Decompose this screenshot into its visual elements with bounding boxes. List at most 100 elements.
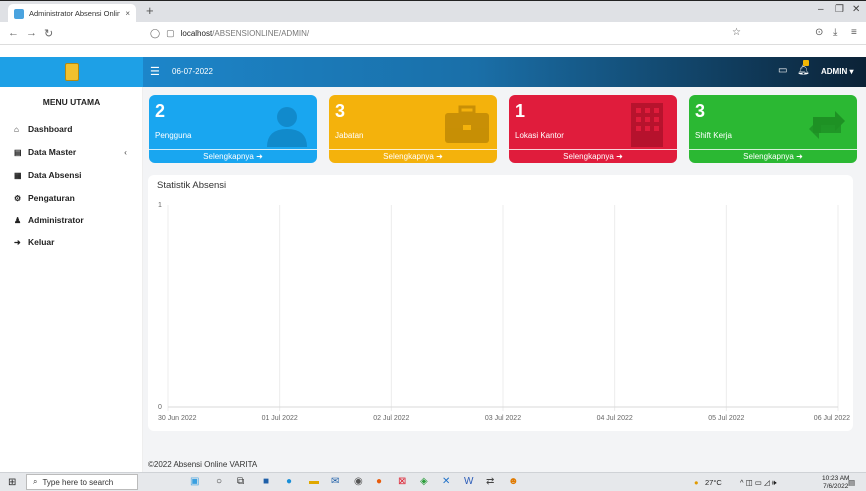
card-label: Shift Kerja <box>695 131 732 140</box>
minimize-icon[interactable]: – <box>818 4 824 15</box>
chevron-left-icon: ‹ <box>124 147 127 157</box>
sidebar-item-label: Data Absensi <box>28 170 82 180</box>
browser-tab-bar: Administrator Absensi Online V × + – ❐ ✕ <box>0 0 866 23</box>
new-tab-button[interactable]: + <box>146 3 154 18</box>
database-icon: ▤ <box>14 147 22 157</box>
retweet-icon <box>809 111 845 139</box>
card-pengguna: 2 Pengguna Selengkapnya ➜ <box>149 95 317 163</box>
notifications-icon[interactable]: ▤ <box>848 478 855 487</box>
x-tick-label: 06 Jul 2022 <box>814 415 850 422</box>
edge-icon[interactable]: ● <box>286 476 292 487</box>
app-header: ☰ 06-07-2022 ▭ 🔔︎ ADMIN ▾ <box>0 57 866 87</box>
card-link-label: Selengkapnya <box>743 152 794 161</box>
restore-icon[interactable]: ❐ <box>835 4 844 15</box>
page-footer: ©2022 Absensi Online VARITA <box>148 460 258 469</box>
building-icon <box>631 103 663 147</box>
card-label: Jabatan <box>335 131 364 140</box>
card-lokasi-kantor: 1 Lokasi Kantor Selengkapnya ➜ <box>509 95 677 163</box>
card-value: 2 <box>155 101 166 121</box>
briefcase-icon <box>445 105 489 143</box>
app-icon[interactable]: ◉ <box>354 476 363 487</box>
sidebar-item-administrator[interactable]: ♟ Administrator <box>14 215 139 225</box>
brand[interactable] <box>0 57 143 87</box>
app-icon[interactable]: ◈ <box>420 476 428 487</box>
download-icon[interactable]: ⤓ <box>833 27 837 38</box>
card-label: Lokasi Kantor <box>515 131 564 140</box>
cortana-icon[interactable]: ○ <box>216 476 222 487</box>
user-menu[interactable]: ADMIN ▾ <box>821 67 853 76</box>
table-icon: ▦ <box>14 170 22 180</box>
card-jabatan: 3 Jabatan Selengkapnya ➜ <box>329 95 497 163</box>
clock-time: 10:23 AM <box>822 475 850 482</box>
task-view-icon[interactable]: ⧉ <box>237 476 244 487</box>
clock[interactable]: 10:23 AM 7/6/2022 <box>822 475 849 491</box>
x-tick-label: 03 Jul 2022 <box>485 415 521 422</box>
vscode-icon[interactable]: ✕ <box>442 476 450 487</box>
gears-icon: ⚙ <box>14 193 22 203</box>
x-tick-label: 05 Jul 2022 <box>708 415 744 422</box>
header-date: 06-07-2022 <box>172 67 213 76</box>
favicon-icon <box>14 8 24 19</box>
taskbar-search[interactable]: ⌕ Type here to search <box>26 474 138 490</box>
arrow-circle-right-icon: ➜ <box>256 152 263 161</box>
sidebar-item-label: Data Master <box>28 147 77 157</box>
search-placeholder: Type here to search <box>42 477 114 487</box>
browser-tab[interactable]: Administrator Absensi Online V × <box>8 4 136 23</box>
back-icon[interactable]: ← <box>8 27 19 39</box>
weather-temp[interactable]: 27°C <box>705 478 722 487</box>
user-icon: ♟ <box>14 215 22 225</box>
x-tick-label: 30 Jun 2022 <box>158 415 197 422</box>
card-link-label: Selengkapnya <box>383 152 434 161</box>
app-icon[interactable]: ☻ <box>508 476 519 487</box>
sidebar-item-data-master[interactable]: ▤ Data Master ‹ <box>14 147 139 157</box>
sidebar-item-pengaturan[interactable]: ⚙ Pengaturan <box>14 193 139 203</box>
firefox-icon[interactable]: ● <box>376 476 382 487</box>
x-tick-label: 01 Jul 2022 <box>262 415 298 422</box>
url-field[interactable]: ◯ ▢ localhost/ABSENSIONLINE/ADMIN/ <box>150 28 309 39</box>
sidebar-item-label: Pengaturan <box>28 193 75 203</box>
sidebar-item-label: Keluar <box>28 237 55 247</box>
card-link-label: Selengkapnya <box>563 152 614 161</box>
x-tick-label: 02 Jul 2022 <box>373 415 409 422</box>
card-value: 1 <box>515 101 526 121</box>
menu-icon[interactable]: ≡ <box>851 27 857 38</box>
sign-out-icon: ➜ <box>14 237 21 247</box>
pocket-icon[interactable]: ⊙ <box>815 27 823 38</box>
card-link[interactable]: Selengkapnya ➜ <box>329 149 497 163</box>
clock-date: 7/6/2022 <box>823 483 849 490</box>
sidebar-item-data-absensi[interactable]: ▦ Data Absensi <box>14 170 139 180</box>
url-path: /ABSENSIONLINE/ADMIN/ <box>212 29 310 38</box>
card-link[interactable]: Selengkapnya ➜ <box>149 149 317 163</box>
card-link[interactable]: Selengkapnya ➜ <box>509 149 677 163</box>
card-link[interactable]: Selengkapnya ➜ <box>689 149 857 163</box>
file-explorer-icon[interactable]: ▬ <box>309 476 319 487</box>
sidebar: MENU UTAMA ⌂ Dashboard ▤ Data Master ‹ ▦… <box>0 87 143 472</box>
bell-icon[interactable]: 🔔︎ <box>797 65 810 76</box>
reload-icon[interactable]: ↻ <box>44 27 53 40</box>
word-icon[interactable]: W <box>464 476 473 487</box>
widgets-icon[interactable]: ■ <box>263 476 269 487</box>
tab-close-button[interactable]: × <box>125 9 130 18</box>
bookmark-star-icon[interactable]: ☆ <box>732 27 741 38</box>
close-window-icon[interactable]: ✕ <box>852 4 860 15</box>
meet-icon[interactable]: ▣ <box>190 476 199 487</box>
xampp-icon[interactable]: ⊠ <box>398 476 406 487</box>
mail-icon[interactable]: ✉ <box>331 476 339 487</box>
chart-panel: Statistik Absensi 30 Jun 2022 01 Jul 2022… <box>148 175 853 431</box>
app-icon[interactable]: ⇄ <box>486 476 494 487</box>
arrow-circle-right-icon: ➜ <box>796 152 803 161</box>
address-bar: ← → ↻ ◯ ▢ localhost/ABSENSIONLINE/ADMIN/… <box>0 22 866 45</box>
card-shift-kerja: 3 Shift Kerja Selengkapnya ➜ <box>689 95 857 163</box>
monitor-icon[interactable]: ▭ <box>778 65 787 76</box>
sidebar-item-label: Dashboard <box>28 124 73 134</box>
arrow-circle-right-icon: ➜ <box>436 152 443 161</box>
weather-icon: ● <box>694 478 699 487</box>
forward-icon[interactable]: → <box>26 27 37 39</box>
tray-icons[interactable]: ^ ◫ ▭ ◿ 🕪︎ <box>740 478 777 488</box>
user-icon <box>267 107 307 147</box>
sidebar-item-keluar[interactable]: ➜ Keluar <box>14 237 139 247</box>
main-content: 2 Pengguna Selengkapnya ➜ 3 Jabatan Sele… <box>143 87 866 472</box>
hamburger-icon[interactable]: ☰ <box>150 65 160 78</box>
windows-start-icon[interactable]: ⊞ <box>8 477 16 488</box>
sidebar-item-dashboard[interactable]: ⌂ Dashboard <box>14 124 139 134</box>
